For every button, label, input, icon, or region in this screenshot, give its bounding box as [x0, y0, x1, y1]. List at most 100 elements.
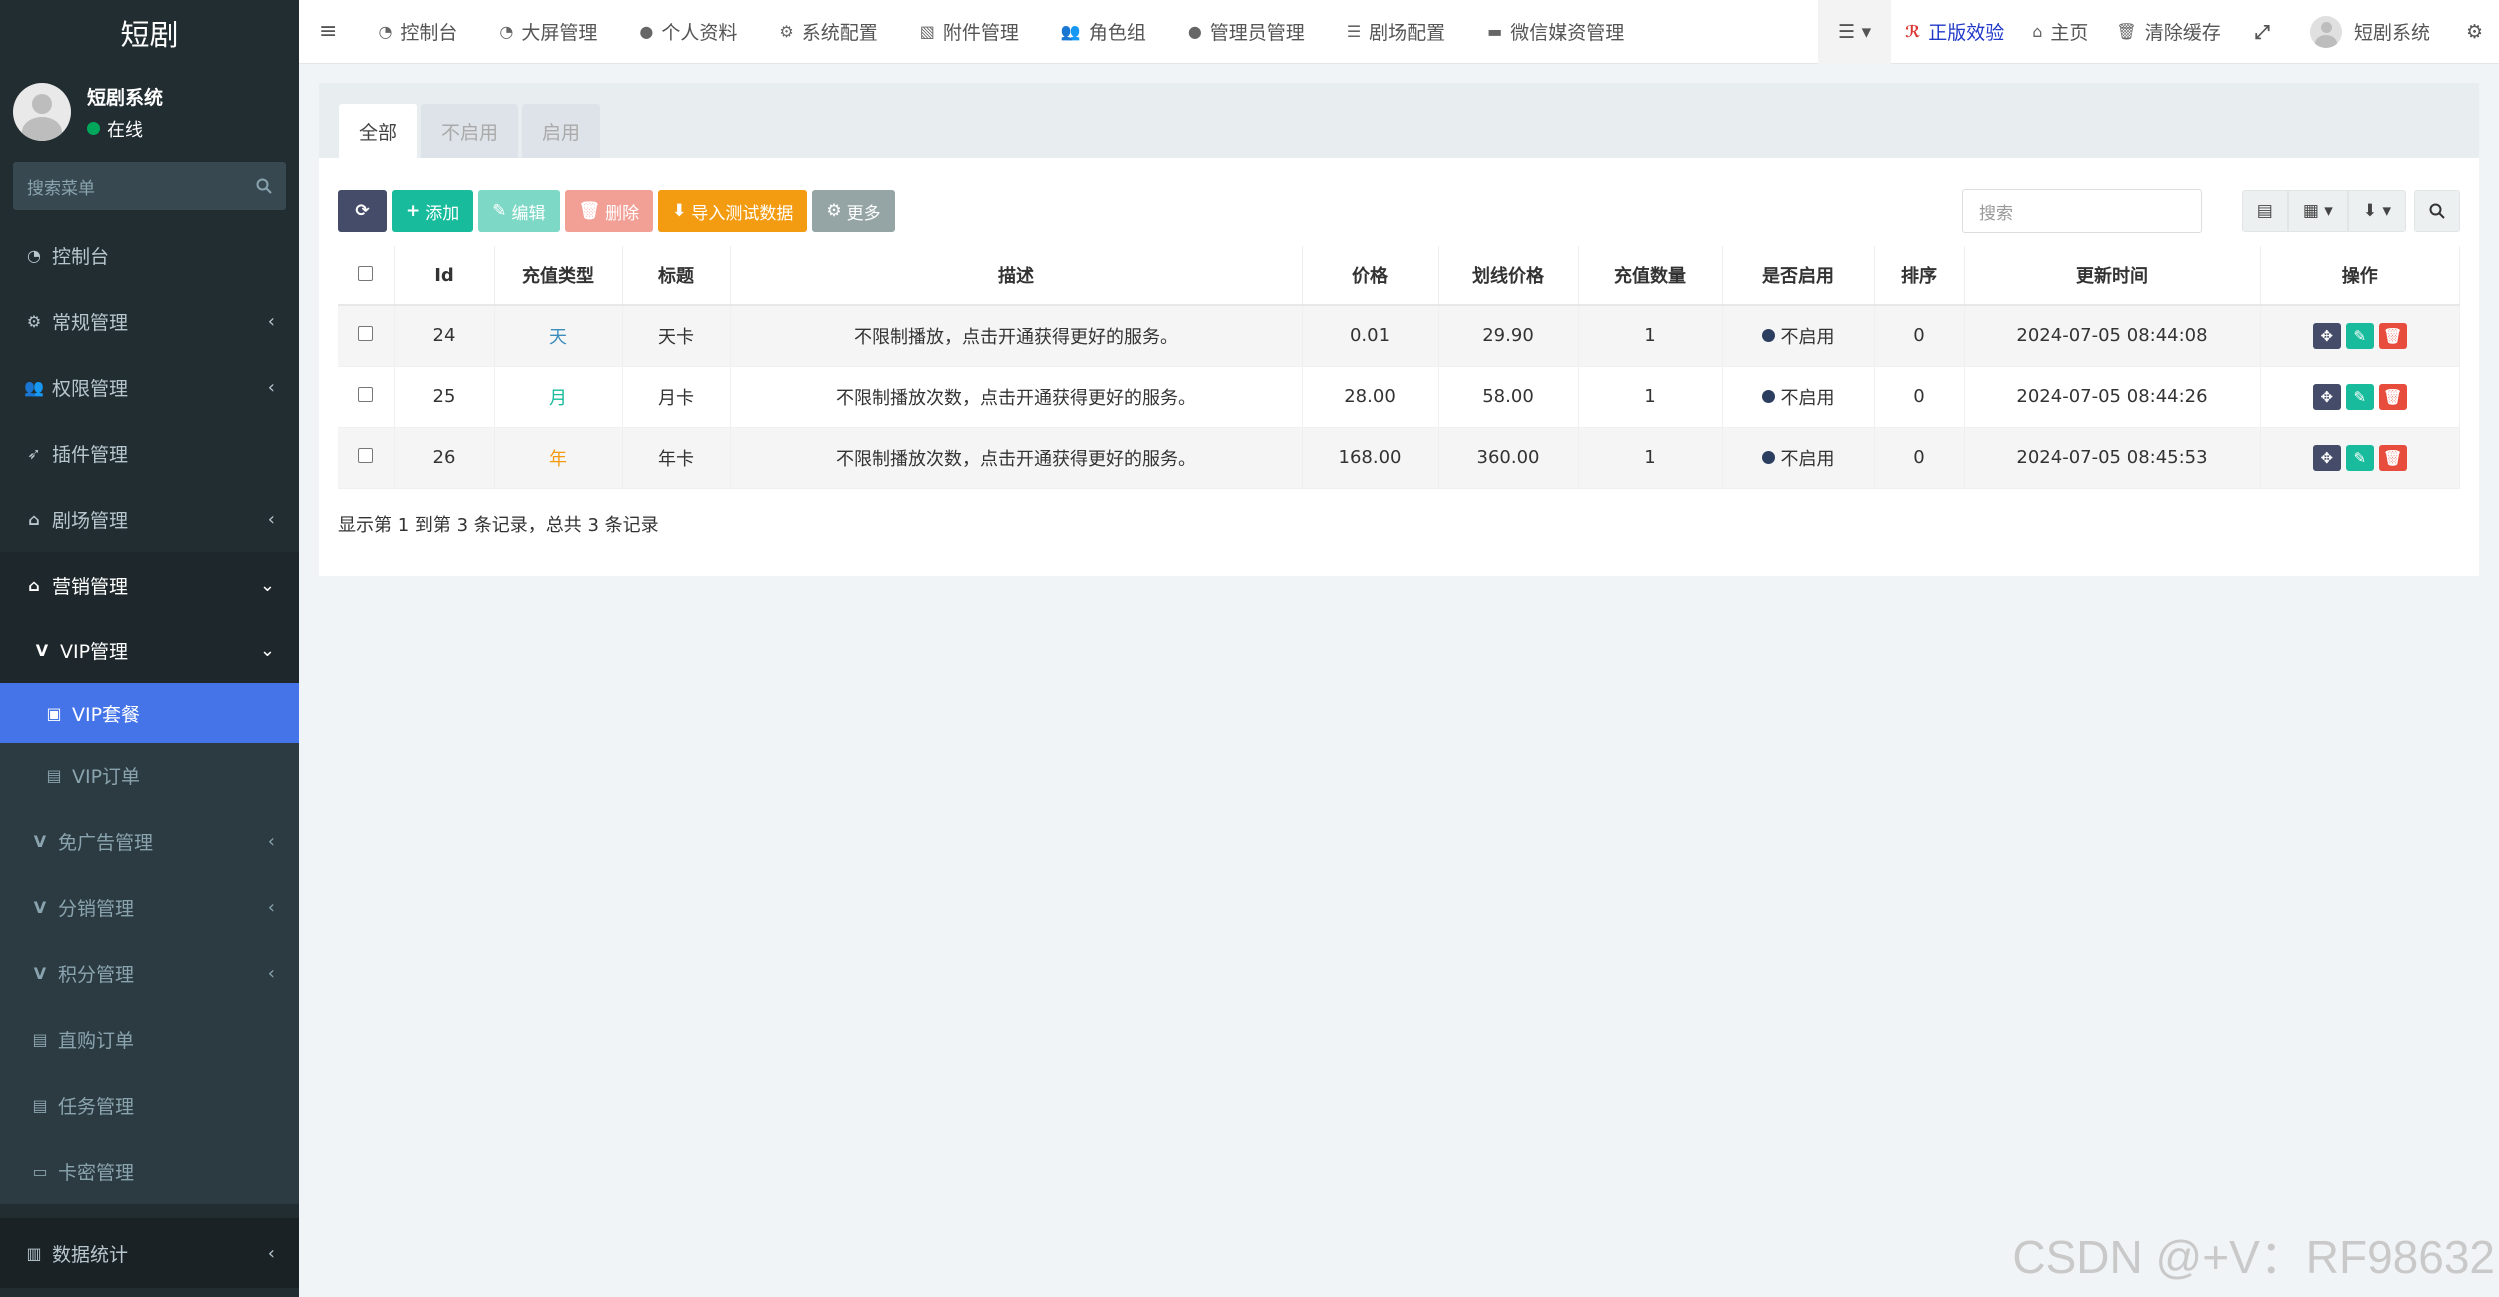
- cell-type[interactable]: 月: [494, 366, 623, 428]
- vip-package-table: Id 充值类型 标题 描述 价格 划线价格 充值数量 是否启用 排序 更新时间 …: [338, 246, 2460, 489]
- cell-updated: 2024-07-05 08:44:26: [1964, 366, 2261, 428]
- vimeo-icon: V: [33, 897, 47, 917]
- export-button[interactable]: ⬇ ▾: [2347, 190, 2406, 232]
- cell-qty: 1: [1578, 366, 1723, 428]
- row-delete-button[interactable]: 🗑: [2378, 322, 2407, 349]
- sidebar-toggle-button[interactable]: ≡: [299, 0, 357, 64]
- nav-big-screen[interactable]: ◔ 大屏管理: [478, 0, 618, 64]
- sidebar-item-marketing[interactable]: ⌂ 营销管理 ⌄: [0, 552, 299, 618]
- row-delete-button[interactable]: 🗑: [2378, 444, 2407, 471]
- nav-dashboard[interactable]: ◔ 控制台: [357, 0, 478, 64]
- refresh-button[interactable]: ⟳: [338, 190, 387, 232]
- user-menu[interactable]: 短剧系统: [2290, 0, 2450, 64]
- tab-all[interactable]: 全部: [339, 104, 418, 158]
- clear-cache-button[interactable]: 🗑 清除缓存: [2102, 0, 2234, 64]
- sidebar-item-ad-free[interactable]: V 免广告管理 ‹: [0, 808, 299, 874]
- avatar: [2309, 15, 2342, 48]
- user-name: 短剧系统: [87, 86, 164, 109]
- sidebar-item-direct-orders[interactable]: ▤ 直购订单: [0, 1006, 299, 1072]
- row-checkbox-cell: [338, 427, 395, 489]
- cell-orig-price: 360.00: [1438, 427, 1579, 489]
- chevron-left-icon: ‹: [267, 896, 275, 918]
- col-title[interactable]: 标题: [622, 246, 731, 306]
- user-menu-label: 短剧系统: [2353, 22, 2430, 44]
- nav-attachments[interactable]: ▧ 附件管理: [899, 0, 1040, 64]
- cell-status[interactable]: 不启用: [1722, 305, 1875, 367]
- nav-wechat-media[interactable]: ▬ 微信媒资管理: [1466, 0, 1645, 64]
- cell-id: 25: [394, 366, 495, 428]
- import-test-data-button[interactable]: ⬇ 导入测试数据: [658, 190, 808, 232]
- menu-search-input[interactable]: 搜索菜单: [13, 162, 286, 210]
- row-checkbox[interactable]: [358, 326, 374, 342]
- search-icon[interactable]: [256, 178, 272, 194]
- app-logo[interactable]: 短剧: [0, 0, 299, 66]
- sidebar-item-vip-orders[interactable]: ▤ VIP订单: [0, 743, 299, 808]
- sidebar-item-tasks[interactable]: ▤ 任务管理: [0, 1072, 299, 1138]
- columns-button[interactable]: ▦ ▾: [2287, 190, 2348, 232]
- table-row[interactable]: 24 天 天卡 不限制播放，点击开通获得更好的服务。 0.01 29.90 1 …: [338, 305, 2460, 367]
- edit-button[interactable]: ✎ 编辑: [478, 190, 560, 232]
- verify-link[interactable]: ℛ 正版效验: [1891, 0, 2018, 64]
- col-sort[interactable]: 排序: [1874, 246, 1965, 306]
- cell-status[interactable]: 不启用: [1722, 366, 1875, 428]
- row-checkbox[interactable]: [358, 387, 374, 402]
- col-updated[interactable]: 更新时间: [1964, 246, 2261, 306]
- table-row[interactable]: 26 年 年卡 不限制播放次数，点击开通获得更好的服务。 168.00 360.…: [338, 427, 2460, 489]
- sidebar-item-points[interactable]: V 积分管理 ‹: [0, 940, 299, 1006]
- delete-button[interactable]: 🗑 删除: [564, 190, 654, 232]
- row-edit-button[interactable]: ✎: [2345, 444, 2374, 471]
- sidebar-item-distribution[interactable]: V 分销管理 ‹: [0, 874, 299, 940]
- sidebar-item-stats[interactable]: ▥ 数据统计 ‹: [0, 1218, 299, 1288]
- sidebar-item-auth[interactable]: 👥 权限管理 ‹: [0, 354, 299, 420]
- drag-sort-button[interactable]: ✥: [2312, 444, 2341, 471]
- more-label: 更多: [846, 203, 881, 224]
- toggle-view-button[interactable]: ▤: [2241, 190, 2288, 232]
- cell-type[interactable]: 天: [494, 305, 623, 367]
- tab-disabled[interactable]: 不启用: [421, 104, 519, 158]
- advanced-search-button[interactable]: [2414, 190, 2460, 232]
- add-button[interactable]: + 添加: [392, 190, 474, 232]
- col-qty[interactable]: 充值数量: [1578, 246, 1723, 306]
- settings-button[interactable]: ⚙: [2450, 0, 2499, 64]
- sidebar-item-dashboard[interactable]: ◔ 控制台: [0, 222, 299, 288]
- home-link[interactable]: ⌂ 主页: [2018, 0, 2102, 64]
- select-all-checkbox[interactable]: [358, 265, 374, 281]
- tab-enabled[interactable]: 启用: [522, 104, 601, 158]
- row-delete-button[interactable]: 🗑: [2378, 383, 2407, 410]
- table-view-tools: ▤ ▦ ▾ ⬇ ▾: [2241, 190, 2406, 232]
- table-row[interactable]: 25 月 月卡 不限制播放次数，点击开通获得更好的服务。 28.00 58.00…: [338, 366, 2460, 428]
- sidebar-item-vip-package[interactable]: ▣ VIP套餐: [0, 683, 299, 743]
- col-status[interactable]: 是否启用: [1722, 246, 1875, 306]
- col-orig-price[interactable]: 划线价格: [1438, 246, 1579, 306]
- drag-sort-button[interactable]: ✥: [2312, 322, 2341, 349]
- nav-system-config[interactable]: ⚙ 系统配置: [758, 0, 898, 64]
- export-icon: ⬇ ▾: [2362, 201, 2391, 221]
- sidebar-item-vip[interactable]: V VIP管理 ⌄: [0, 618, 299, 683]
- cell-type[interactable]: 年: [494, 427, 623, 489]
- sidebar-item-plugins[interactable]: ➶ 插件管理: [0, 420, 299, 486]
- row-edit-button[interactable]: ✎: [2345, 322, 2374, 349]
- cogs-icon: ⚙: [26, 311, 42, 331]
- row-checkbox[interactable]: [358, 448, 374, 463]
- nav-profile[interactable]: ● 个人资料: [618, 0, 758, 64]
- col-price[interactable]: 价格: [1302, 246, 1439, 306]
- col-id[interactable]: Id: [394, 246, 495, 306]
- more-button[interactable]: ⚙ 更多: [812, 190, 895, 232]
- table-search-input[interactable]: 搜索: [1962, 189, 2202, 233]
- multi-tab-dropdown[interactable]: ☰ ▾: [1818, 0, 1892, 64]
- sidebar-item-theater[interactable]: ⌂ 剧场管理 ‹: [0, 486, 299, 552]
- col-desc[interactable]: 描述: [730, 246, 1303, 306]
- sliders-icon: ☰: [1346, 22, 1362, 41]
- drag-sort-button[interactable]: ✥: [2312, 383, 2341, 410]
- sidebar-item-general[interactable]: ⚙ 常规管理 ‹: [0, 288, 299, 354]
- sidebar-item-card-keys[interactable]: ▭ 卡密管理: [0, 1138, 299, 1204]
- fullscreen-button[interactable]: ⤢: [2235, 0, 2290, 64]
- nav-theater-config[interactable]: ☰ 剧场配置: [1326, 0, 1466, 64]
- cell-status[interactable]: 不启用: [1722, 427, 1875, 489]
- row-edit-button[interactable]: ✎: [2345, 383, 2374, 410]
- cell-price: 168.00: [1302, 427, 1439, 489]
- nav-role-group[interactable]: 👥 角色组: [1040, 0, 1167, 64]
- col-type[interactable]: 充值类型: [494, 246, 623, 306]
- sidebar-item-label: 积分管理: [58, 963, 135, 986]
- nav-admins[interactable]: ● 管理员管理: [1167, 0, 1326, 64]
